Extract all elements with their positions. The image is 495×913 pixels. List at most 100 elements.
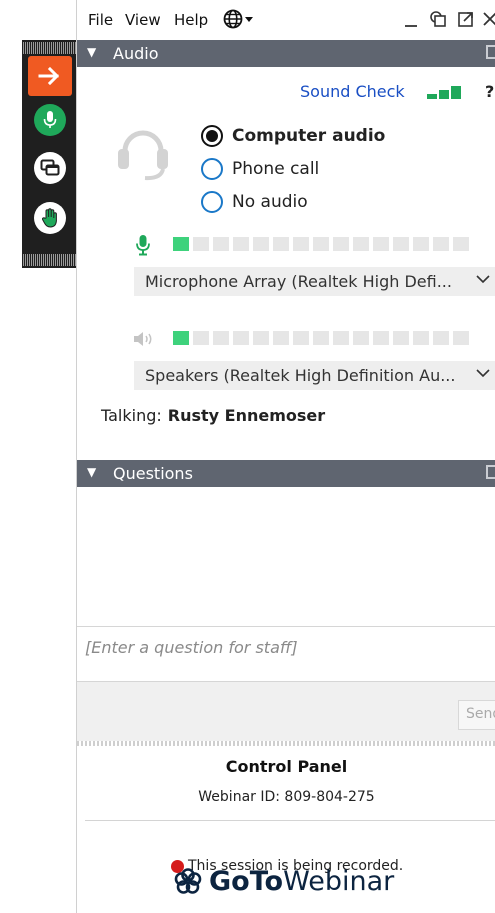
- microphone-level-icon: [135, 234, 151, 260]
- speaker-level-segment: [413, 331, 429, 345]
- microphone-device-select[interactable]: Microphone Array (Realtek High Defi...: [134, 267, 495, 296]
- brand-webinar: Webinar: [283, 866, 395, 897]
- question-input[interactable]: [Enter a question for staff]: [77, 626, 495, 682]
- microphone-level-segment: [293, 237, 309, 251]
- collapse-triangle-icon: ▼: [87, 45, 97, 59]
- speaker-level-meter: [173, 331, 469, 345]
- chevron-down-icon: [476, 366, 490, 382]
- question-input-placeholder: [Enter a question for staff]: [85, 638, 298, 657]
- microphone-device-value: Microphone Array (Realtek High Defi...: [145, 272, 452, 291]
- popout-button[interactable]: [457, 10, 475, 32]
- screen-share-icon: [34, 152, 66, 184]
- menu-bar: File View Help: [77, 0, 495, 40]
- grab-tab-grip-bottom[interactable]: [22, 254, 77, 266]
- microphone-level-segment: [433, 237, 449, 251]
- speaker-level-segment: [173, 331, 189, 345]
- restore-icon: [430, 11, 446, 27]
- microphone-level-segment: [353, 237, 369, 251]
- speaker-level-segment: [213, 331, 229, 345]
- arrow-right-icon: [38, 66, 60, 86]
- speaker-level-segment: [453, 331, 469, 345]
- audio-section-title: Audio: [113, 44, 159, 63]
- microphone-toggle-button[interactable]: [28, 100, 72, 140]
- popout-icon: [458, 12, 473, 27]
- grab-tab-grip-top[interactable]: [22, 42, 77, 54]
- language-menu-button[interactable]: [223, 9, 255, 33]
- microphone-level-segment: [313, 237, 329, 251]
- radio-computer-audio[interactable]: Computer audio: [201, 125, 385, 147]
- speaker-level-segment: [333, 331, 349, 345]
- speaker-device-value: Speakers (Realtek High Definition Au...: [145, 366, 456, 385]
- speaker-level-icon: [133, 331, 157, 351]
- microphone-level-segment: [213, 237, 229, 251]
- minimize-icon: [405, 25, 417, 27]
- control-panel: File View Help ▼ Audio Sound Check ? Com…: [76, 0, 495, 913]
- speaker-level-segment: [353, 331, 369, 345]
- microphone-level-segment: [233, 237, 249, 251]
- microphone-level-meter: [173, 237, 469, 251]
- restore-button[interactable]: [429, 10, 447, 32]
- microphone-level-segment: [173, 237, 189, 251]
- footer-divider: [85, 820, 495, 821]
- radio-button[interactable]: [201, 158, 223, 180]
- audio-popout-icon[interactable]: [486, 45, 495, 59]
- questions-popout-icon[interactable]: [486, 465, 495, 479]
- speaker-level-segment: [393, 331, 409, 345]
- menu-help[interactable]: Help: [174, 11, 208, 29]
- microphone-level-segment: [333, 237, 349, 251]
- radio-button-selected[interactable]: [201, 125, 223, 147]
- brand-goto: GoTo: [209, 866, 284, 897]
- questions-section-title: Questions: [113, 464, 193, 483]
- raise-hand-button[interactable]: [28, 198, 72, 238]
- minimize-button[interactable]: [404, 10, 418, 32]
- signal-strength-icon: [427, 85, 467, 105]
- collapse-triangle-icon: ▼: [87, 465, 97, 479]
- questions-section-header[interactable]: ▼ Questions: [77, 460, 495, 487]
- microphone-level-segment: [453, 237, 469, 251]
- grab-tab[interactable]: [22, 40, 77, 268]
- microphone-level-segment: [253, 237, 269, 251]
- question-actions-bar: Send: [77, 682, 495, 742]
- send-button-label: Send: [466, 706, 495, 722]
- talking-indicator: Talking: Rusty Ennemoser: [101, 406, 325, 425]
- close-icon: [483, 12, 495, 26]
- close-button[interactable]: [482, 10, 495, 32]
- speaker-level-segment: [293, 331, 309, 345]
- raise-hand-icon: [34, 202, 66, 234]
- chevron-down-icon: [476, 272, 490, 288]
- speaker-device-select[interactable]: Speakers (Realtek High Definition Au...: [134, 361, 495, 390]
- microphone-icon: [34, 104, 66, 136]
- radio-label: Phone call: [232, 159, 320, 179]
- brand-logo: GoTo Webinar: [173, 866, 394, 897]
- radio-no-audio[interactable]: No audio: [201, 191, 308, 213]
- radio-label: Computer audio: [232, 126, 386, 146]
- gotowebinar-flower-icon: [174, 867, 202, 894]
- sound-check-link[interactable]: Sound Check: [300, 82, 405, 101]
- speaker-level-segment: [253, 331, 269, 345]
- audio-help-button[interactable]: ?: [485, 82, 494, 101]
- microphone-level-segment: [373, 237, 389, 251]
- screen-share-button[interactable]: [28, 148, 72, 188]
- talking-label: Talking:: [101, 406, 162, 425]
- speaker-level-segment: [313, 331, 329, 345]
- resize-divider[interactable]: [77, 741, 495, 746]
- speaker-level-segment: [433, 331, 449, 345]
- microphone-level-segment: [193, 237, 209, 251]
- send-button[interactable]: Send: [458, 700, 495, 730]
- speaker-level-segment: [273, 331, 289, 345]
- microphone-level-segment: [413, 237, 429, 251]
- microphone-level-segment: [393, 237, 409, 251]
- radio-phone-call[interactable]: Phone call: [201, 158, 319, 180]
- menu-file[interactable]: File: [88, 11, 113, 29]
- radio-label: No audio: [232, 192, 308, 212]
- webinar-id: Webinar ID: 809-804-275: [198, 789, 375, 805]
- headset-icon: [115, 121, 171, 185]
- collapse-panel-button[interactable]: [28, 56, 72, 96]
- menu-view[interactable]: View: [125, 11, 161, 29]
- audio-section-header[interactable]: ▼ Audio: [77, 40, 495, 67]
- radio-button[interactable]: [201, 191, 223, 213]
- speaker-level-segment: [193, 331, 209, 345]
- talking-name: Rusty Ennemoser: [167, 406, 326, 425]
- questions-log: [77, 487, 495, 626]
- speaker-level-segment: [233, 331, 249, 345]
